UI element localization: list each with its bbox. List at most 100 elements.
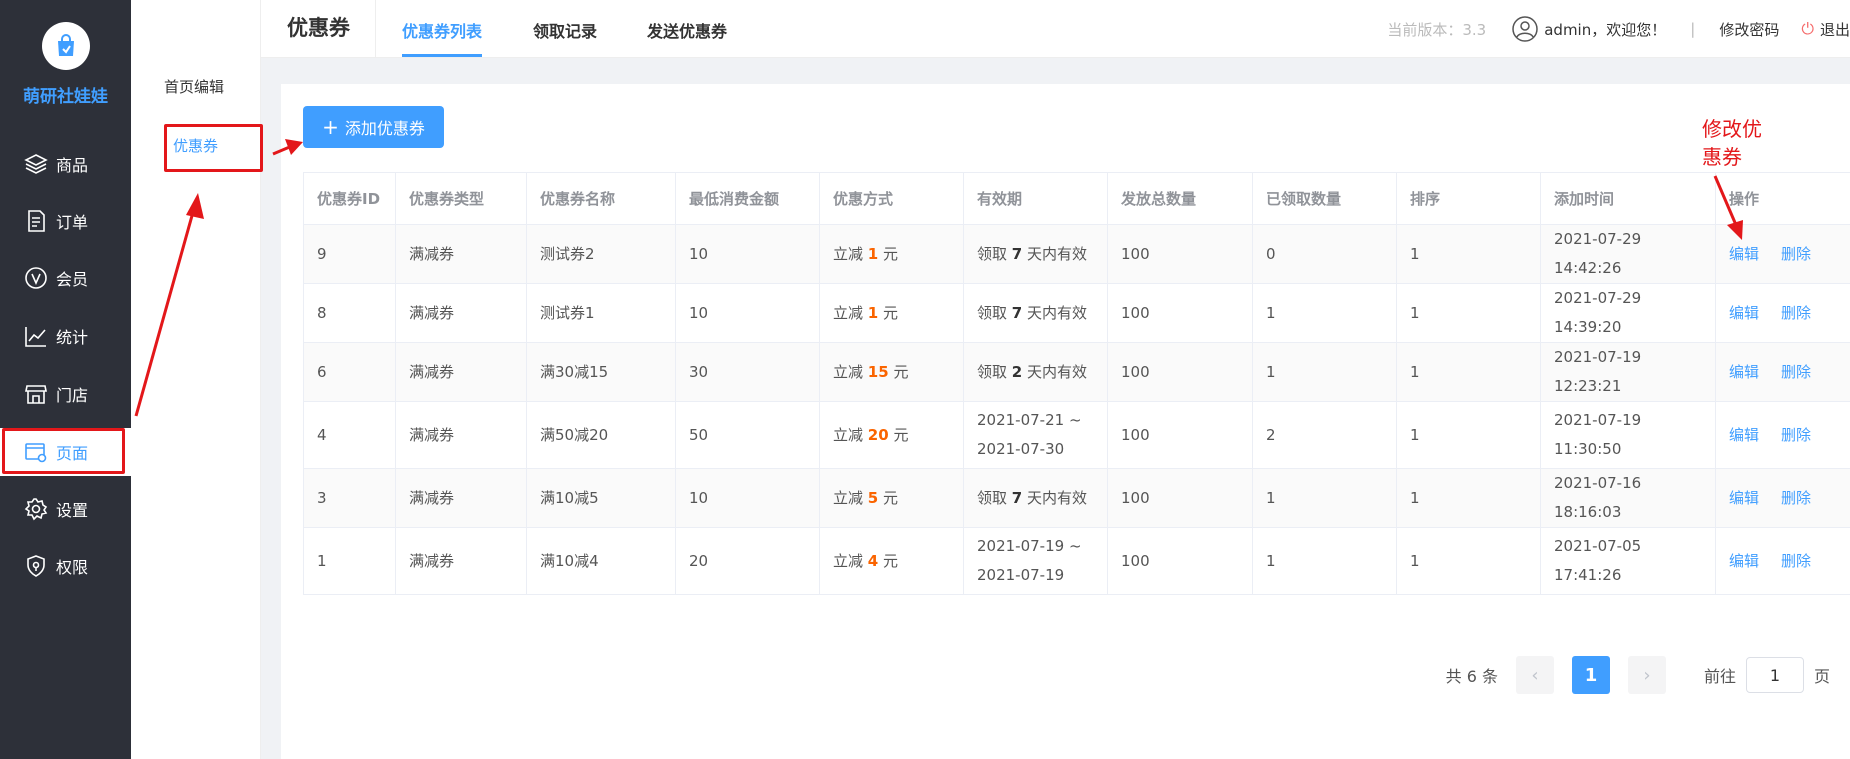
version-label: 当前版本：3.3	[1387, 20, 1487, 39]
sidebar-item-settings[interactable]: 设置	[0, 485, 131, 533]
next-page-button[interactable]: ›	[1627, 656, 1666, 694]
shopping-bag-icon	[41, 22, 90, 70]
delete-link[interactable]: 删除	[1781, 426, 1811, 444]
sidebar-item-stats[interactable]: 统计	[0, 312, 131, 360]
plus-icon: +	[322, 115, 339, 139]
edit-link[interactable]: 编辑	[1729, 489, 1759, 507]
header-user-area: 当前版本：3.3 admin，欢迎您！ | 修改密码 ⏻ 退出	[1387, 0, 1850, 58]
change-password-link[interactable]: 修改密码	[1719, 19, 1779, 40]
tab-claim-records[interactable]: 领取记录	[533, 18, 597, 54]
coupon-table: 优惠券ID 优惠券类型 优惠券名称 最低消费金额 优惠方式 有效期 发放总数量 已领取数量 排序…	[303, 172, 1850, 595]
welcome-text: admin，欢迎您！	[1544, 20, 1667, 39]
coupon-name: 测试券2	[540, 244, 595, 263]
sidebar-item-label: 页面	[56, 444, 89, 463]
total-issued: 100	[1121, 244, 1150, 263]
edit-link[interactable]: 编辑	[1729, 552, 1759, 570]
total-issued: 100	[1121, 303, 1150, 322]
validity-days: 7	[1011, 303, 1023, 322]
chart-line-icon	[22, 322, 50, 350]
sidebar-item-label: 统计	[56, 328, 89, 347]
column-header: 添加时间	[1540, 172, 1716, 225]
discount-prefix: 立减	[833, 362, 864, 381]
table-row: 1 满减券 满10减4 20 立减 4 元 2021-07-19 ~ 2021-07-19…	[303, 527, 1850, 595]
sidebar-item-label: 门店	[56, 386, 89, 405]
top-header: 优惠券 优惠券列表 领取记录 发送优惠券 当前版本：3.3 admin，欢迎您！…	[261, 0, 1850, 58]
sort-order: 1	[1410, 488, 1420, 507]
edit-link[interactable]: 编辑	[1729, 426, 1759, 444]
prev-page-button[interactable]: ‹	[1515, 656, 1554, 694]
min-spend: 10	[689, 244, 709, 263]
column-header: 已领取数量	[1252, 172, 1397, 225]
main-sidebar: 萌研社娃娃 商品 订单 会员 统计 门店 页面 设置 权限	[0, 0, 131, 759]
page-settings-icon	[22, 438, 50, 466]
validity-suffix: 天内有效	[1027, 488, 1088, 507]
claimed-count: 1	[1266, 551, 1276, 570]
shield-icon	[22, 552, 50, 580]
store-icon	[22, 380, 50, 408]
claimed-count: 0	[1266, 244, 1276, 263]
added-time: 2021-07-29 14:39:20	[1554, 289, 1642, 336]
sort-order: 1	[1410, 244, 1420, 263]
page-suffix: 页	[1813, 667, 1830, 686]
app-name: 萌研社娃娃	[23, 87, 108, 107]
goto-page-input[interactable]	[1745, 657, 1804, 693]
sort-order: 1	[1410, 303, 1420, 322]
add-coupon-button[interactable]: + 添加优惠券	[303, 106, 444, 148]
sidebar-item-goods[interactable]: 商品	[0, 140, 131, 188]
total-count: 共 6 条	[1445, 667, 1498, 686]
validity-days: 2	[1011, 362, 1023, 381]
delete-link[interactable]: 删除	[1781, 489, 1811, 507]
total-issued: 100	[1121, 551, 1150, 570]
logout-link[interactable]: 退出	[1820, 19, 1850, 40]
submenu-item-home-edit[interactable]: 首页编辑	[131, 76, 261, 97]
column-header: 优惠方式	[819, 172, 964, 225]
tab-coupon-list[interactable]: 优惠券列表	[402, 18, 483, 57]
delete-link[interactable]: 删除	[1781, 304, 1811, 322]
coupon-name: 测试券1	[540, 303, 595, 322]
validity-days: 7	[1011, 488, 1023, 507]
sidebar-item-pages[interactable]: 页面	[0, 428, 131, 476]
discount-unit: 元	[883, 488, 899, 507]
column-header: 操作	[1715, 172, 1850, 225]
vip-icon	[22, 264, 50, 292]
min-spend: 30	[689, 362, 709, 381]
discount-value: 20	[867, 425, 889, 444]
column-header: 最低消费金额	[675, 172, 820, 225]
edit-link[interactable]: 编辑	[1729, 245, 1759, 263]
claimed-count: 1	[1266, 303, 1276, 322]
sidebar-item-orders[interactable]: 订单	[0, 197, 131, 245]
page-number-button[interactable]: 1	[1571, 656, 1610, 694]
delete-link[interactable]: 删除	[1781, 245, 1811, 263]
logo[interactable]: 萌研社娃娃	[0, 22, 131, 107]
sidebar-item-members[interactable]: 会员	[0, 254, 131, 302]
sidebar-item-permissions[interactable]: 权限	[0, 542, 131, 590]
discount-prefix: 立减	[833, 244, 864, 263]
edit-link[interactable]: 编辑	[1729, 363, 1759, 381]
validity-prefix: 领取	[977, 244, 1008, 263]
table-row: 6 满减券 满30减15 30 立减 15 元 领取 2 天内有效 100 1 1 2021-07…	[303, 342, 1850, 402]
discount-value: 15	[867, 362, 889, 381]
claimed-count: 2	[1266, 425, 1276, 444]
delete-link[interactable]: 删除	[1781, 363, 1811, 381]
tab-send-coupons[interactable]: 发送优惠券	[647, 18, 727, 54]
validity-prefix: 领取	[977, 303, 1008, 322]
table-row: 8 满减券 测试券1 10 立减 1 元 领取 7 天内有效 100 1 1 2021-07-29…	[303, 283, 1850, 343]
discount-prefix: 立减	[833, 303, 864, 322]
submenu-item-coupons[interactable]: 优惠券	[131, 135, 261, 156]
header-divider	[375, 0, 376, 58]
coupon-type: 满减券	[409, 425, 455, 444]
validity-range: 2021-07-19 ~ 2021-07-19	[977, 537, 1082, 584]
discount-value: 1	[867, 303, 879, 322]
edit-link[interactable]: 编辑	[1729, 304, 1759, 322]
added-time: 2021-07-29 14:42:26	[1554, 230, 1642, 277]
validity-days: 7	[1011, 244, 1023, 263]
validity-suffix: 天内有效	[1027, 303, 1088, 322]
sidebar-item-stores[interactable]: 门店	[0, 370, 131, 418]
header-separator: |	[1690, 20, 1696, 38]
coupon-name: 满10减5	[540, 488, 599, 507]
column-header: 优惠券类型	[395, 172, 527, 225]
total-issued: 100	[1121, 425, 1150, 444]
gear-icon	[22, 495, 50, 523]
pagination: 共 6 条 ‹ 1 › 前往 页	[1446, 656, 1830, 694]
delete-link[interactable]: 删除	[1781, 552, 1811, 570]
